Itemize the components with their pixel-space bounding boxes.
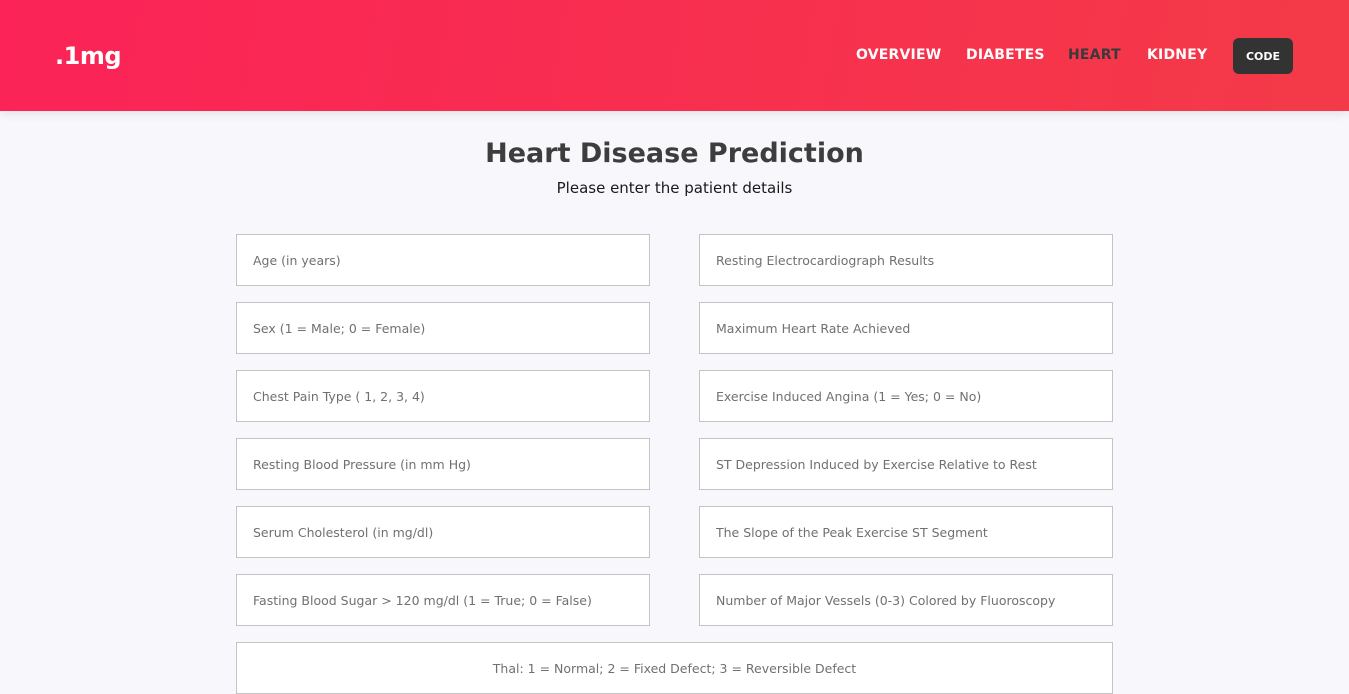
chest-pain-input[interactable] — [236, 370, 650, 422]
nav-diabetes[interactable]: DIABETES — [966, 47, 1045, 63]
thal-input[interactable] — [236, 642, 1113, 694]
cholesterol-input[interactable] — [236, 506, 650, 558]
sex-input[interactable] — [236, 302, 650, 354]
resting-bp-input[interactable] — [236, 438, 650, 490]
code-button[interactable]: CODE — [1233, 38, 1293, 74]
angina-input[interactable] — [699, 370, 1113, 422]
fasting-sugar-input[interactable] — [236, 574, 650, 626]
navbar: .1mg OVERVIEW DIABETES HEART KIDNEY CODE — [0, 0, 1349, 111]
page-title: Heart Disease Prediction — [485, 138, 864, 169]
ecg-input[interactable] — [699, 234, 1113, 286]
nav-heart[interactable]: HEART — [1068, 47, 1121, 63]
nav-kidney[interactable]: KIDNEY — [1147, 47, 1207, 63]
age-input[interactable] — [236, 234, 650, 286]
vessels-input[interactable] — [699, 574, 1113, 626]
slope-input[interactable] — [699, 506, 1113, 558]
st-depression-input[interactable] — [699, 438, 1113, 490]
logo[interactable]: .1mg — [55, 42, 122, 70]
page-subtitle: Please enter the patient details — [556, 179, 793, 197]
max-heart-rate-input[interactable] — [699, 302, 1113, 354]
nav-overview[interactable]: OVERVIEW — [856, 47, 941, 63]
